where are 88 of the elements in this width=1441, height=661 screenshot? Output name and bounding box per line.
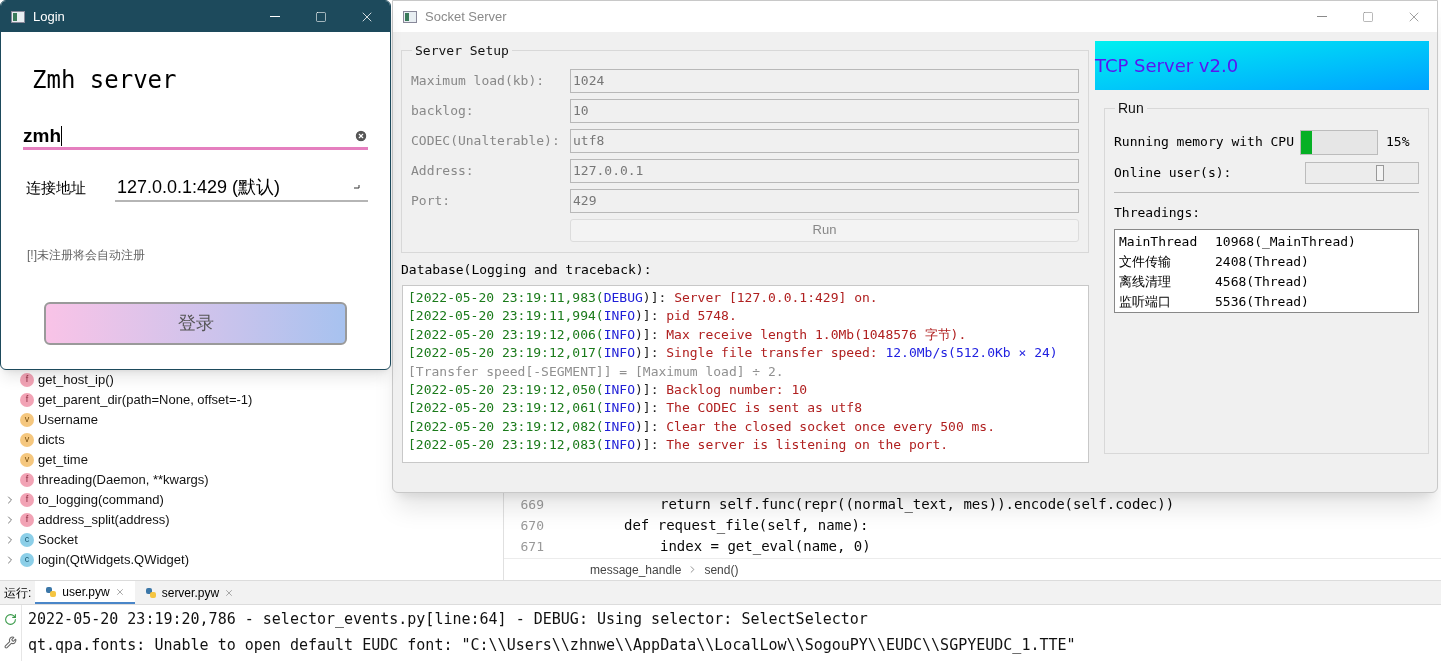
breadcrumb-item[interactable]: send() bbox=[704, 560, 739, 579]
group-title: Run bbox=[1117, 99, 1145, 118]
field-label: Maximum load(kb): bbox=[411, 71, 546, 90]
symbol-kind-icon: v bbox=[20, 453, 34, 467]
symbol-kind-icon: v bbox=[20, 433, 34, 447]
clear-icon[interactable] bbox=[354, 128, 368, 143]
field-label: Address: bbox=[411, 161, 475, 180]
window-title: Socket Server bbox=[425, 7, 508, 26]
python-file-icon bbox=[45, 585, 58, 598]
structure-item[interactable]: Socket bbox=[38, 530, 78, 550]
structure-item[interactable]: threading(Daemon, **kwargs) bbox=[38, 470, 209, 490]
code-line: index = get_eval(name, 0) bbox=[659, 537, 871, 557]
log-line: [Transfer speed[-SEGMENT]] = [Maximum load] ÷ 2. bbox=[408, 362, 785, 381]
console-line: 2022-05-20 23:19:20,786 - selector_events.py[line:64] - DEBUG: Using selector: SelectSelector bbox=[28, 609, 869, 629]
login-button[interactable]: 登录 bbox=[44, 302, 347, 345]
log-line: [2022-05-20 23:19:12,082(INFO)]: Clear the closed socket once every 500 ms. bbox=[408, 417, 997, 436]
title-banner: TCP Server v2.0 bbox=[1095, 41, 1429, 90]
window-title: Login bbox=[33, 7, 66, 26]
maximize-icon bbox=[315, 10, 327, 23]
line-number: 671 bbox=[519, 537, 544, 556]
code-line: def request_file(self, name): bbox=[624, 516, 869, 536]
users-label: Online user(s): bbox=[1114, 164, 1233, 183]
symbol-kind-icon: f bbox=[20, 513, 34, 527]
log-title: Database(Logging and traceback): bbox=[401, 260, 653, 279]
tab-label: user.pyw bbox=[62, 583, 110, 601]
python-file-icon bbox=[144, 586, 157, 599]
slider-thumb[interactable] bbox=[1375, 165, 1384, 181]
log-line: [2022-05-20 23:19:11,983(DEBUG)]: Server [127.0.0.1:429] on. bbox=[408, 289, 879, 307]
thread-id[interactable]: 2408(Thread) bbox=[1215, 251, 1309, 272]
breadcrumb-item[interactable]: message_handle bbox=[590, 560, 682, 579]
tab-label: server.pyw bbox=[161, 584, 220, 602]
log-line: [2022-05-20 23:19:12,061(INFO)]: The CODEC is sent as utf8 bbox=[408, 399, 863, 418]
app-icon bbox=[403, 10, 417, 23]
structure-item[interactable]: address_split(address) bbox=[38, 510, 170, 530]
structure-item[interactable]: Username bbox=[38, 410, 98, 430]
thread-id[interactable]: 10968(_MainThread) bbox=[1215, 231, 1356, 252]
memory-reading: 15% bbox=[1386, 133, 1410, 152]
symbol-kind-icon: f bbox=[20, 393, 34, 407]
line-number: 669 bbox=[519, 495, 544, 514]
symbol-kind-icon: f bbox=[20, 473, 34, 487]
thread-name[interactable]: 离线清理 bbox=[1119, 271, 1215, 292]
field-label: backlog: bbox=[411, 101, 475, 120]
run-tab[interactable]: user.pyw bbox=[35, 581, 135, 604]
field-label: Port: bbox=[411, 191, 452, 210]
close-tab-icon[interactable] bbox=[224, 587, 235, 598]
login-heading: Zmh server bbox=[32, 65, 178, 96]
wrench-icon[interactable] bbox=[4, 636, 17, 649]
log-line: [2022-05-20 23:19:11,994(INFO)]: pid 5748. bbox=[408, 307, 738, 326]
symbol-kind-icon: f bbox=[20, 373, 34, 387]
symbol-kind-icon: c bbox=[20, 533, 34, 547]
app-icon bbox=[11, 10, 25, 23]
username-field[interactable]: zmh bbox=[23, 124, 368, 150]
register-note: [!]未注册将会自动注册 bbox=[27, 247, 146, 264]
close-tab-icon[interactable] bbox=[114, 586, 125, 597]
symbol-kind-icon: c bbox=[20, 553, 34, 567]
maximize-icon bbox=[1362, 10, 1374, 23]
memory-label: Running memory with CPU bbox=[1114, 133, 1294, 152]
thread-id[interactable]: 5536(Thread) bbox=[1215, 291, 1309, 312]
structure-item[interactable]: dicts bbox=[38, 430, 65, 450]
line-number: 670 bbox=[519, 516, 544, 535]
address-label: 连接地址 bbox=[25, 177, 87, 198]
console-line: qt.qpa.fonts: Unable to open default EUDC font: "C:\\Users\\zhnwe\\AppData\\LocalLow\\SogouPY\\EUDC\\SGPYEUDC_1.TTE" bbox=[28, 635, 1076, 655]
group-title: Server Setup bbox=[414, 42, 510, 60]
symbol-kind-icon: f bbox=[20, 493, 34, 507]
thread-name[interactable]: 文件传输 bbox=[1119, 251, 1215, 272]
code-line: return self.func(repr((normal_text, mes)).encode(self.codec)) bbox=[659, 495, 1175, 515]
address-dropdown[interactable]: 127.0.0.1:429 (默认) bbox=[115, 174, 368, 202]
thread-id[interactable]: 4568(Thread) bbox=[1215, 271, 1309, 292]
log-line: [2022-05-20 23:19:12,083(INFO)]: The server is listening on the port. bbox=[408, 436, 950, 455]
structure-item[interactable]: get_parent_dir(path=None, offset=-1) bbox=[38, 390, 253, 410]
structure-item[interactable]: login(QtWidgets.QWidget) bbox=[38, 550, 189, 570]
run-tab[interactable]: server.pyw bbox=[134, 581, 245, 604]
structure-item[interactable]: get_time bbox=[38, 450, 88, 470]
thread-name[interactable]: 监听端口 bbox=[1119, 291, 1215, 312]
run-label: 运行: bbox=[3, 584, 33, 602]
threads-title: Threadings: bbox=[1114, 204, 1202, 222]
minimize-icon bbox=[1317, 16, 1327, 17]
rerun-icon[interactable] bbox=[4, 613, 17, 626]
structure-item[interactable]: to_logging(command) bbox=[38, 490, 164, 510]
log-line: [2022-05-20 23:19:12,050(INFO)]: Backlog number: 10 bbox=[408, 381, 809, 400]
structure-item[interactable]: get_host_ip() bbox=[38, 370, 114, 390]
minimize-icon bbox=[270, 16, 280, 17]
users-slider[interactable] bbox=[1305, 162, 1419, 184]
field-label: CODEC(Unalterable): bbox=[411, 131, 561, 150]
symbol-kind-icon: v bbox=[20, 413, 34, 427]
thread-name[interactable]: MainThread bbox=[1119, 231, 1215, 252]
log-line: [2022-05-20 23:19:12,017(INFO)]: Single file transfer speed: 12.0Mb/s(512.0Kb × 24) bbox=[408, 344, 1059, 363]
log-line: [2022-05-20 23:19:12,006(INFO)]: Max receive length 1.0Mb(1048576 字节). bbox=[408, 325, 968, 344]
